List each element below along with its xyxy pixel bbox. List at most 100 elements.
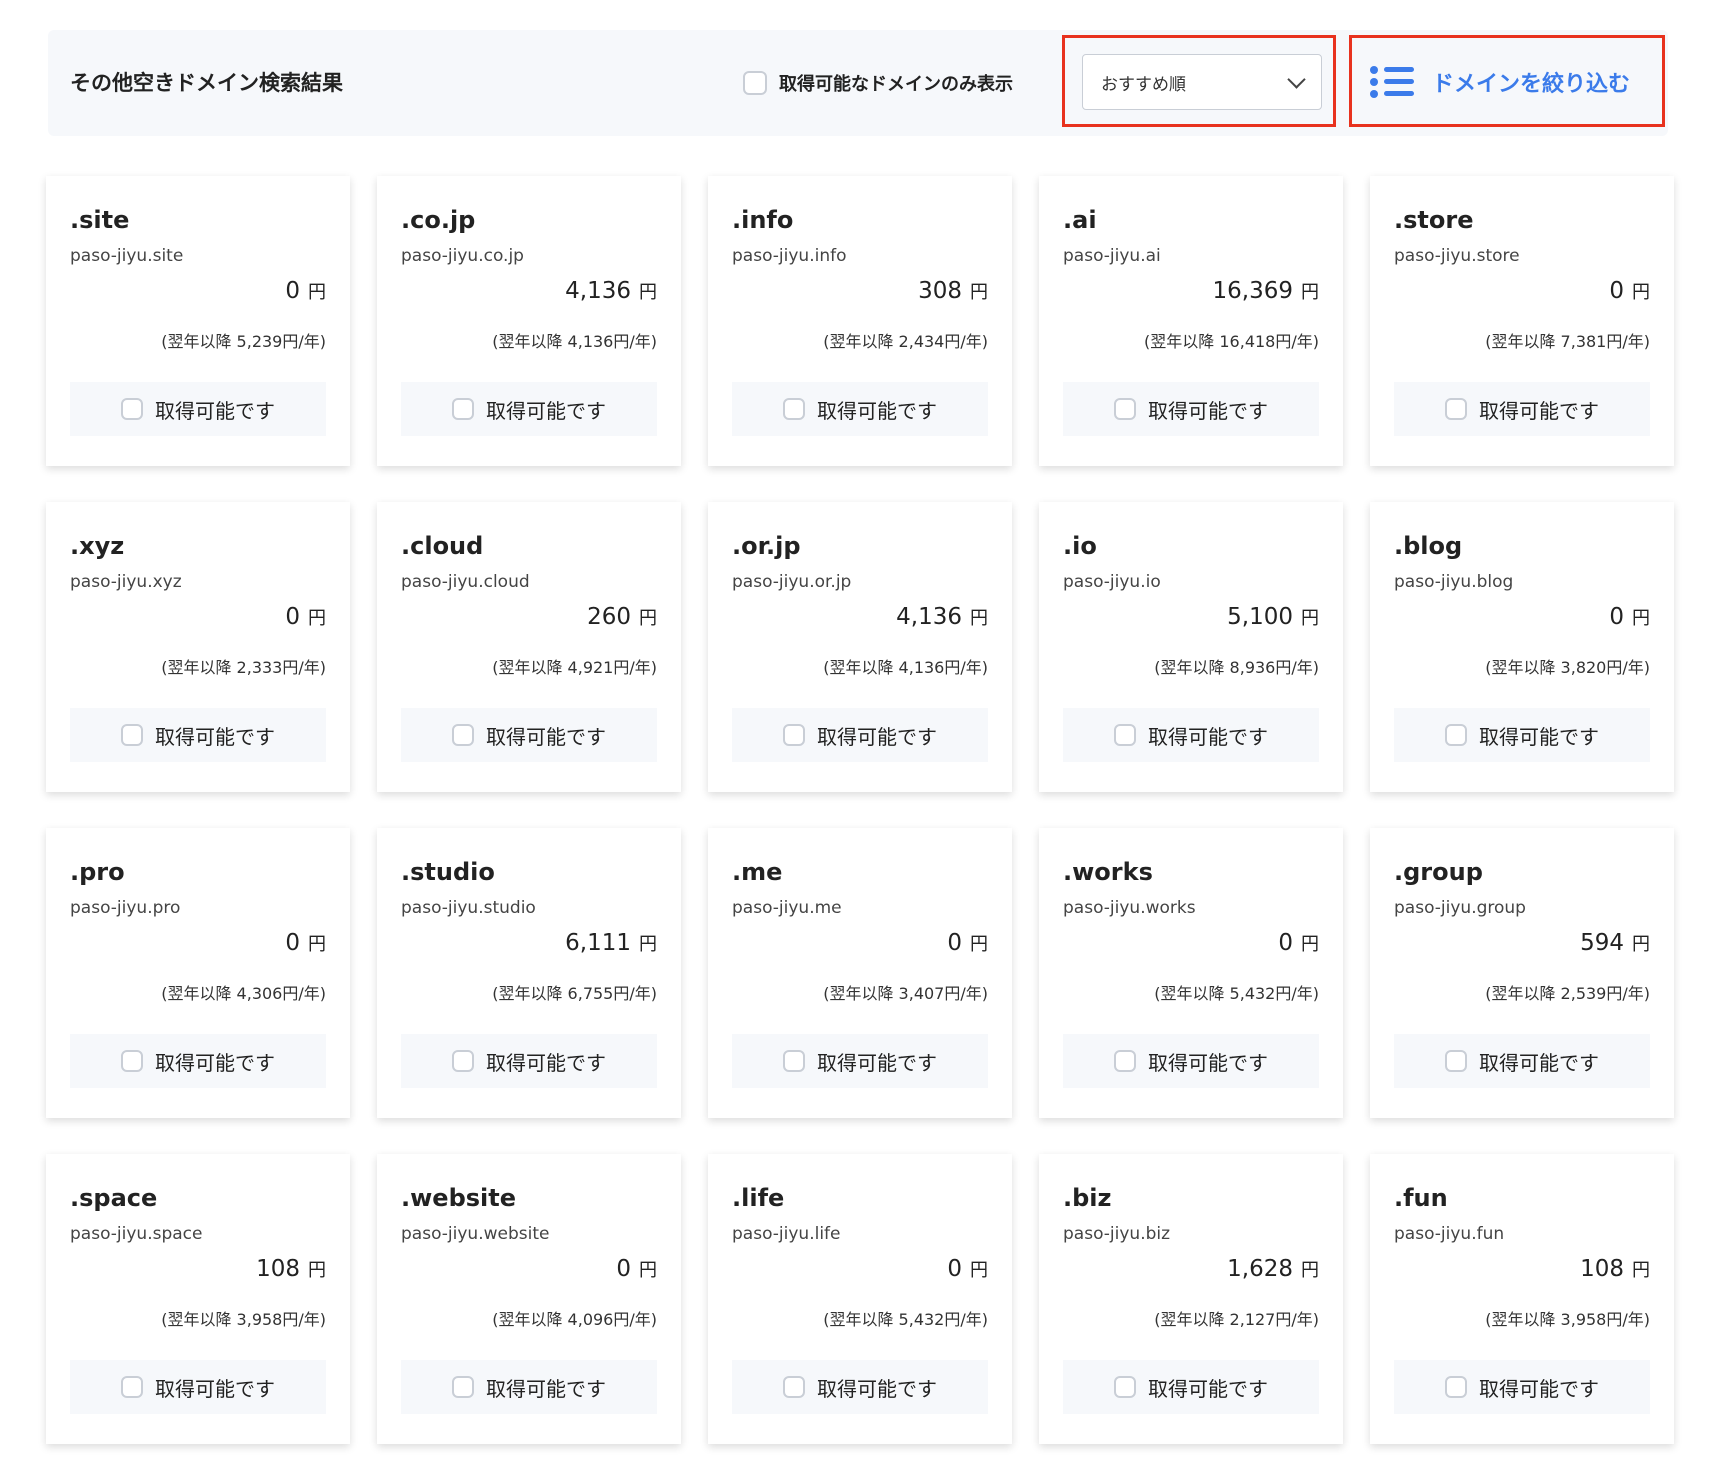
list-icon xyxy=(1370,64,1416,100)
renewal-price: (翌年以降 7,381円/年) xyxy=(1485,332,1650,351)
available-label: 取得可能です xyxy=(486,1050,606,1075)
domain-price: 0円 xyxy=(285,278,326,304)
price-value: 0 xyxy=(947,930,962,956)
domain-price: 0円 xyxy=(947,1256,988,1282)
select-domain-toggle[interactable]: 取得可能です xyxy=(732,382,988,436)
select-domain-toggle[interactable]: 取得可能です xyxy=(732,1360,988,1414)
select-domain-checkbox[interactable] xyxy=(1114,1376,1136,1398)
select-domain-checkbox[interactable] xyxy=(1114,724,1136,746)
select-domain-toggle[interactable]: 取得可能です xyxy=(1394,382,1650,436)
select-domain-checkbox[interactable] xyxy=(1445,1050,1467,1072)
domain-price: 6,111 円 xyxy=(565,930,657,956)
domain-tld: .biz xyxy=(1063,1184,1112,1212)
select-domain-toggle[interactable]: 取得可能です xyxy=(401,1034,657,1088)
narrow-domains-button[interactable]: ドメインを絞り込む xyxy=(1370,56,1650,108)
price-value: 594 xyxy=(1580,930,1624,956)
select-domain-checkbox[interactable] xyxy=(1445,398,1467,420)
select-domain-checkbox[interactable] xyxy=(452,398,474,420)
select-domain-toggle[interactable]: 取得可能です xyxy=(732,1034,988,1088)
select-domain-checkbox[interactable] xyxy=(121,1376,143,1398)
domain-tld: .studio xyxy=(401,858,495,886)
price-currency: 円 xyxy=(1632,934,1650,955)
select-domain-checkbox[interactable] xyxy=(452,1050,474,1072)
domain-price: 308 円 xyxy=(918,278,988,304)
domain-tld: .works xyxy=(1063,858,1153,886)
available-only-toggle[interactable]: 取得可能なドメインのみ表示 xyxy=(743,30,1013,136)
available-label: 取得可能です xyxy=(1479,724,1599,749)
select-domain-checkbox[interactable] xyxy=(121,724,143,746)
domain-tld: .or.jp xyxy=(732,532,801,560)
select-domain-checkbox[interactable] xyxy=(783,1376,805,1398)
domain-tld: .space xyxy=(70,1184,158,1212)
price-value: 308 xyxy=(918,278,962,304)
available-label: 取得可能です xyxy=(486,1376,606,1401)
select-domain-toggle[interactable]: 取得可能です xyxy=(70,1360,326,1414)
select-domain-checkbox[interactable] xyxy=(1445,1376,1467,1398)
domain-price: 0円 xyxy=(285,604,326,630)
renewal-price: (翌年以降 4,136円/年) xyxy=(823,658,988,677)
select-domain-checkbox[interactable] xyxy=(121,398,143,420)
select-domain-checkbox[interactable] xyxy=(783,1050,805,1072)
domain-tld: .co.jp xyxy=(401,206,476,234)
domain-name: paso-jiyu.life xyxy=(732,1224,841,1244)
price-currency: 円 xyxy=(1301,608,1319,629)
renewal-price: (翌年以降 2,333円/年) xyxy=(161,658,326,677)
renewal-price: (翌年以降 4,921円/年) xyxy=(492,658,657,677)
results-title: その他空きドメイン検索結果 xyxy=(70,71,343,95)
renewal-price: (翌年以降 3,820円/年) xyxy=(1485,658,1650,677)
domain-card: .website paso-jiyu.website 0 円 (翌年以降 4,096円/… xyxy=(377,1154,681,1444)
select-domain-toggle[interactable]: 取得可能です xyxy=(1394,1360,1650,1414)
domain-price: 594 円 xyxy=(1580,930,1650,956)
price-currency: 円 xyxy=(1301,1260,1319,1281)
domain-tld: .me xyxy=(732,858,783,886)
available-label: 取得可能です xyxy=(1479,398,1599,423)
available-label: 取得可能です xyxy=(1148,398,1268,423)
available-label: 取得可能です xyxy=(817,398,937,423)
domain-name: paso-jiyu.blog xyxy=(1394,572,1514,592)
renewal-price: (翌年以降 3,407円/年) xyxy=(823,984,988,1003)
available-only-checkbox[interactable] xyxy=(743,71,767,95)
select-domain-checkbox[interactable] xyxy=(783,724,805,746)
select-domain-checkbox[interactable] xyxy=(121,1050,143,1072)
select-domain-checkbox[interactable] xyxy=(452,724,474,746)
select-domain-checkbox[interactable] xyxy=(1114,398,1136,420)
select-domain-toggle[interactable]: 取得可能です xyxy=(1063,382,1319,436)
domain-price: 0円 xyxy=(1278,930,1319,956)
select-domain-toggle[interactable]: 取得可能です xyxy=(401,708,657,762)
select-domain-toggle[interactable]: 取得可能です xyxy=(1063,708,1319,762)
select-domain-toggle[interactable]: 取得可能です xyxy=(1394,708,1650,762)
domain-name: paso-jiyu.ai xyxy=(1063,246,1161,266)
available-label: 取得可能です xyxy=(155,724,275,749)
price-currency: 円 xyxy=(639,934,657,955)
select-domain-checkbox[interactable] xyxy=(452,1376,474,1398)
domain-price: 260 円 xyxy=(587,604,657,630)
select-domain-toggle[interactable]: 取得可能です xyxy=(70,382,326,436)
price-currency: 円 xyxy=(308,1260,326,1281)
domain-price: 108 円 xyxy=(1580,1256,1650,1282)
select-domain-toggle[interactable]: 取得可能です xyxy=(401,382,657,436)
available-label: 取得可能です xyxy=(486,398,606,423)
domain-grid: .site paso-jiyu.site 0 円 (翌年以降 5,239円/年) 取得可能… xyxy=(46,176,1674,1444)
select-domain-toggle[interactable]: 取得可能です xyxy=(1394,1034,1650,1088)
domain-tld: .website xyxy=(401,1184,517,1212)
price-value: 1,628 xyxy=(1227,1256,1293,1282)
domain-card: .site paso-jiyu.site 0 円 (翌年以降 5,239円/年) 取得可能… xyxy=(46,176,350,466)
domain-tld: .store xyxy=(1394,206,1474,234)
domain-card: .xyz paso-jiyu.xyz 0 円 (翌年以降 2,333円/年) 取得可能です xyxy=(46,502,350,792)
domain-card: .biz paso-jiyu.biz 1,628 円 (翌年以降 2,127円/年) 取得… xyxy=(1039,1154,1343,1444)
select-domain-checkbox[interactable] xyxy=(783,398,805,420)
price-value: 0 xyxy=(947,1256,962,1282)
select-domain-checkbox[interactable] xyxy=(1445,724,1467,746)
sort-select[interactable]: おすすめ順 xyxy=(1082,54,1322,110)
price-currency: 円 xyxy=(639,282,657,303)
domain-tld: .blog xyxy=(1394,532,1463,560)
narrow-domains-label: ドメインを絞り込む xyxy=(1432,72,1631,97)
select-domain-checkbox[interactable] xyxy=(1114,1050,1136,1072)
select-domain-toggle[interactable]: 取得可能です xyxy=(732,708,988,762)
domain-price: 16,369 円 xyxy=(1213,278,1319,304)
select-domain-toggle[interactable]: 取得可能です xyxy=(70,1034,326,1088)
select-domain-toggle[interactable]: 取得可能です xyxy=(401,1360,657,1414)
select-domain-toggle[interactable]: 取得可能です xyxy=(70,708,326,762)
select-domain-toggle[interactable]: 取得可能です xyxy=(1063,1360,1319,1414)
select-domain-toggle[interactable]: 取得可能です xyxy=(1063,1034,1319,1088)
